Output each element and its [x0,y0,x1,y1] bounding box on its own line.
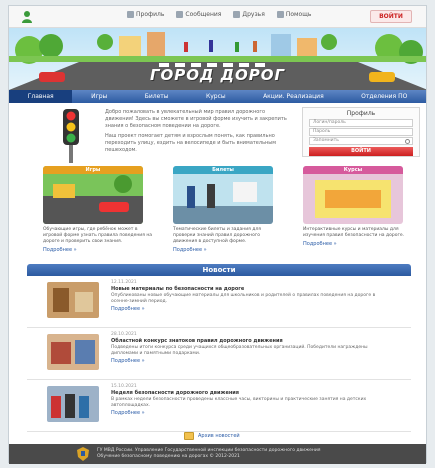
intro-paragraph: Добро пожаловать в увлекательный мир пра… [105,109,287,129]
feature-card-games[interactable]: Игры Обучающие игры, где ребёнок может в… [43,166,159,253]
top-link-messages[interactable]: Сообщения [176,11,221,18]
news-title[interactable]: Неделя безопасности дорожного движения [111,390,391,396]
card-more-link[interactable]: Подробнее » [303,241,419,247]
messages-icon [176,11,184,18]
login-box: Профиль Логин/пароль Пароль Запомнить ВО… [302,107,420,157]
news-date: 12.11.2021 [111,280,137,285]
card-more-link[interactable]: Подробнее » [43,247,159,253]
folder-icon [184,432,194,440]
news-text: В рамках недели безопасности проведены к… [111,397,367,408]
user-icon[interactable] [21,10,33,23]
top-link-help[interactable]: Помощь [276,11,311,18]
site-logo-title[interactable]: ГОРОД ДОРОГ [9,66,426,84]
news-thumbnail[interactable] [47,334,99,370]
traffic-light-icon [63,109,79,163]
footer: ГУ МВД России. Управление Государственно… [9,444,426,464]
main-nav: Главная Игры Билеты Курсы Акции. Реализа… [9,90,426,103]
top-bar: Профиль Сообщения Друзья Помощь ВОЙТИ [9,6,426,28]
news-thumbnail[interactable] [47,282,99,318]
news-title[interactable]: Областной конкурс знатоков правил дорожн… [111,338,391,344]
login-title: Профиль [346,110,376,117]
intro-text: Добро пожаловать в увлекательный мир пра… [105,109,290,157]
friends-icon [233,11,241,18]
site-window: Профиль Сообщения Друзья Помощь ВОЙТИ ГО… [8,5,427,464]
news-body: 28.10.2021 Областной конкурс знатоков пр… [111,332,391,364]
top-links: Профиль Сообщения Друзья Помощь [127,11,311,18]
news-date: 28.10.2021 [111,332,137,337]
card-text: Интерактивные курсы и материалы для изуч… [303,227,405,238]
help-icon [276,11,284,18]
profile-icon [127,11,134,18]
feature-cards: Игры Обучающие игры, где ребёнок может в… [9,166,426,262]
login-field[interactable]: Логин/пароль [309,119,413,127]
password-field[interactable]: Пароль [309,128,413,136]
footer-line: Обучение безопасному поведению на дорога… [97,454,240,459]
news-archive-link[interactable]: Архив новостей [184,432,240,440]
card-tab: Билеты [173,166,273,174]
news-text: Подведены итоги конкурса среди учащихся … [111,345,368,356]
nav-item-promotions[interactable]: Акции. Реализация [244,90,342,103]
feature-card-tickets[interactable]: Билеты Тематические билеты и задания для… [173,166,289,253]
news-body: 12.11.2021 Новые материалы по безопаснос… [111,280,391,312]
top-link-friends[interactable]: Друзья [233,11,265,18]
news-header: Новости [27,264,411,276]
login-submit-button[interactable]: ВОЙТИ [309,147,413,156]
nav-item-courses[interactable]: Курсы [187,90,244,103]
nav-item-home[interactable]: Главная [9,90,73,103]
feature-card-courses[interactable]: Курсы Интерактивные курсы и материалы дл… [303,166,419,247]
card-tab: Курсы [303,166,403,174]
card-text: Тематические билеты и задания для провер… [173,227,261,244]
nav-item-departments[interactable]: Отделения ПО [342,90,426,103]
remember-radio-icon[interactable] [405,139,410,144]
nav-item-games[interactable]: Игры [72,90,126,103]
news-body: 15.10.2021 Неделя безопасности дорожного… [111,384,391,416]
news-date: 15.10.2021 [111,384,137,389]
card-tab: Игры [43,166,143,174]
intro-paragraph: Наш проект помогает детям и взрослым пон… [105,133,277,153]
login-top-button[interactable]: ВОЙТИ [370,10,412,23]
card-text: Обучающие игры, где ребёнок может в игро… [43,227,153,244]
news-thumbnail[interactable] [47,386,99,422]
card-image[interactable]: Игры [43,166,143,224]
news-title[interactable]: Новые материалы по безопасности на дорог… [111,286,391,292]
top-link-profile[interactable]: Профиль [127,11,164,18]
news-item: 28.10.2021 Областной конкурс знатоков пр… [27,328,411,380]
news-item: 12.11.2021 Новые материалы по безопаснос… [27,276,411,328]
news-text: Опубликованы новые обучающие материалы д… [111,293,376,304]
page: Профиль Сообщения Друзья Помощь ВОЙТИ ГО… [0,0,435,468]
emblem-icon [77,447,89,461]
footer-text: ГУ МВД России. Управление Государственно… [97,448,397,460]
news-more-link[interactable]: Подробнее » [111,306,391,312]
card-image[interactable]: Билеты [173,166,273,224]
news-more-link[interactable]: Подробнее » [111,358,391,364]
banner: ГОРОД ДОРОГ [9,28,426,90]
card-more-link[interactable]: Подробнее » [173,247,289,253]
intro-section: Добро пожаловать в увлекательный мир пра… [9,103,426,165]
news-archive-label: Архив новостей [198,433,240,439]
news-more-link[interactable]: Подробнее » [111,410,391,416]
news-item: 15.10.2021 Неделя безопасности дорожного… [27,380,411,432]
card-image[interactable]: Курсы [303,166,403,224]
nav-item-tickets[interactable]: Билеты [126,90,187,103]
remember-me-toggle[interactable]: Запомнить [309,137,413,145]
